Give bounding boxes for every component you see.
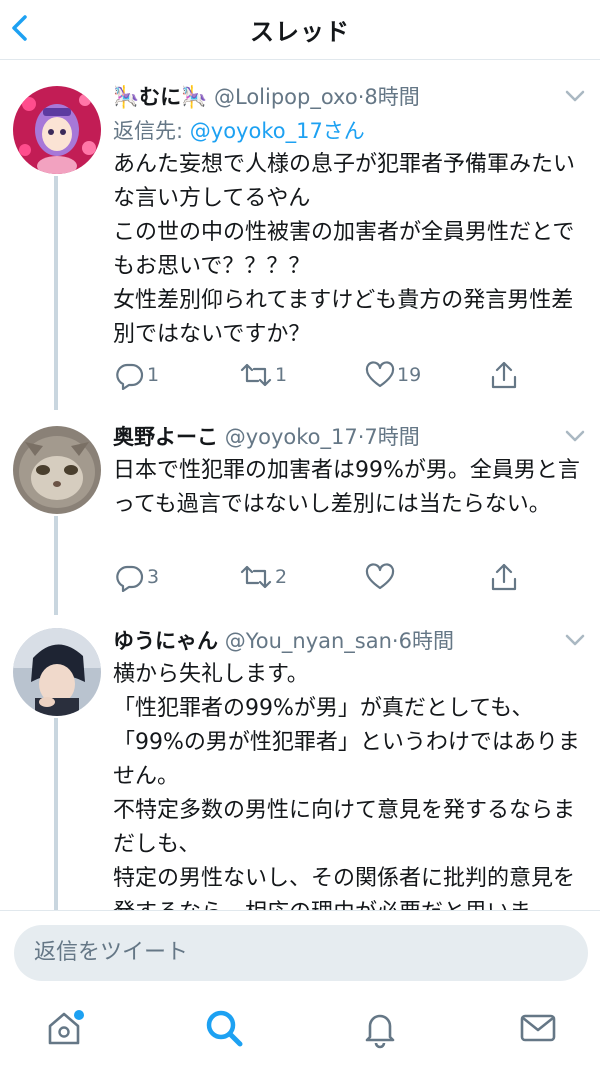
tweet-content: ゆうにゃん @You_nyan_san·6時間 横から失礼します。 「性犯罪者の…: [113, 624, 586, 910]
search-icon: [206, 1010, 243, 1047]
reply-icon: [116, 363, 144, 390]
like-button[interactable]: [365, 560, 397, 594]
tweet-text: 日本で性犯罪の加害者は99%が男。全員男と言っても過言ではないし差別には当たらな…: [113, 458, 580, 517]
like-button[interactable]: 19: [365, 358, 421, 392]
like-count: 19: [397, 364, 422, 386]
share-button[interactable]: [489, 358, 519, 392]
share-icon: [491, 361, 517, 389]
reply-input[interactable]: 返信をツイート: [14, 925, 588, 981]
retweet-icon: [240, 565, 272, 589]
tab-search[interactable]: [202, 1006, 246, 1050]
tab-bar: [0, 990, 600, 1067]
display-name[interactable]: ゆうにゃん: [113, 629, 218, 653]
retweet-count: 1: [275, 364, 288, 386]
timestamp: 6時間: [398, 629, 454, 653]
thread-line: [54, 718, 58, 910]
tab-home[interactable]: [42, 1006, 86, 1050]
tweet-header: 🎠むに🎠 @Lolipop_oxo·8時間: [113, 80, 586, 114]
timestamp: 7時間: [364, 425, 420, 449]
reply-to-label: 返信先:: [113, 119, 190, 143]
tab-messages[interactable]: [516, 1006, 560, 1050]
tweet-1[interactable]: 🎠むに🎠 @Lolipop_oxo·8時間 返信先: @yoyoko_17さん …: [0, 70, 600, 410]
handle[interactable]: @Lolipop_oxo: [214, 85, 358, 109]
tweet-2[interactable]: 奥野よーこ @yoyoko_17·7時間 日本で性犯罪の加害者は99%が男。全員…: [0, 410, 600, 615]
avatar[interactable]: [13, 426, 101, 514]
retweet-button[interactable]: 1: [239, 358, 287, 392]
avatar[interactable]: [13, 628, 101, 716]
share-icon: [491, 563, 517, 591]
header: スレッド: [0, 0, 600, 60]
timestamp: 8時間: [364, 85, 420, 109]
retweet-button[interactable]: 2: [239, 560, 287, 594]
like-icon: [365, 361, 395, 388]
reply-count: 1: [147, 364, 160, 386]
messages-icon: [520, 1014, 556, 1042]
handle[interactable]: @yoyoko_17: [225, 425, 358, 449]
reply-mention-link[interactable]: @yoyoko_17さん: [190, 119, 365, 143]
thread-line: [54, 516, 58, 615]
tweet-actions: 3 2: [113, 560, 533, 594]
reply-to: 返信先: @yoyoko_17さん: [113, 114, 586, 148]
reply-composer: 返信をツイート: [0, 910, 600, 988]
tab-notifications[interactable]: [358, 1006, 402, 1050]
like-icon: [365, 563, 395, 590]
tweet-text: あんた妄想で人様の息子が犯罪者予備軍みたいな言い方してるやん この世の中の性被害…: [113, 152, 576, 347]
reply-icon: [116, 565, 144, 592]
share-button[interactable]: [489, 560, 519, 594]
retweet-count: 2: [275, 566, 288, 588]
tweet-3[interactable]: ゆうにゃん @You_nyan_san·6時間 横から失礼します。 「性犯罪者の…: [0, 614, 600, 910]
avatar[interactable]: [13, 86, 101, 174]
display-name[interactable]: 奥野よーこ: [113, 425, 218, 449]
tweet-header: 奥野よーこ @yoyoko_17·7時間: [113, 420, 586, 454]
tweet-content: 🎠むに🎠 @Lolipop_oxo·8時間 返信先: @yoyoko_17さん …: [113, 80, 586, 352]
tweet-header: ゆうにゃん @You_nyan_san·6時間: [113, 624, 586, 658]
chevron-down-icon[interactable]: [564, 428, 586, 444]
page-title: スレッド: [250, 18, 350, 46]
new-content-dot: [74, 1010, 84, 1020]
display-name[interactable]: 🎠むに🎠: [113, 85, 207, 109]
tweet-actions: 1 1 19: [113, 358, 533, 392]
reply-count: 3: [147, 566, 160, 588]
handle[interactable]: @You_nyan_san: [225, 629, 392, 653]
retweet-icon: [240, 363, 272, 387]
chevron-down-icon[interactable]: [564, 88, 586, 104]
tweet-text: 横から失礼します。 「性犯罪者の99%が男」が真だとしても、 「99%の男が性犯…: [113, 662, 580, 910]
notifications-icon: [365, 1014, 395, 1049]
thread-line: [54, 176, 58, 410]
chevron-down-icon[interactable]: [564, 632, 586, 648]
reply-button[interactable]: 1: [115, 358, 159, 392]
tweet-content: 奥野よーこ @yoyoko_17·7時間 日本で性犯罪の加害者は99%が男。全員…: [113, 420, 586, 522]
separator: ·: [391, 629, 399, 653]
reply-button[interactable]: 3: [115, 560, 159, 594]
